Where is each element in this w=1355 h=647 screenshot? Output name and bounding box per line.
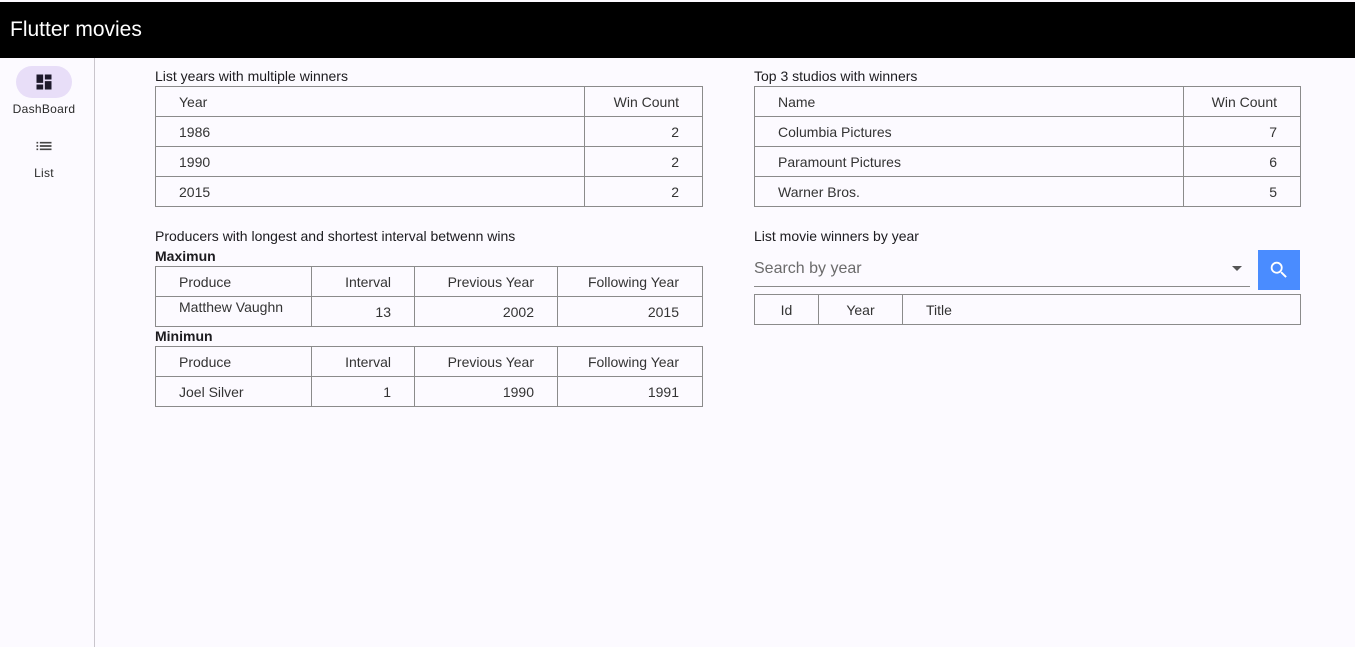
- studio-name-cell: Warner Bros.: [754, 176, 1184, 207]
- multiple-winners-title: List years with multiple winners: [155, 68, 348, 84]
- previous-year-cell: 1990: [414, 376, 558, 407]
- studio-name-cell: Columbia Pictures: [754, 116, 1184, 147]
- table-header-row: Produce Interval Previous Year Following…: [155, 266, 703, 297]
- nav-pill-dashboard[interactable]: [16, 66, 72, 98]
- column-header-produce: Produce: [155, 346, 312, 377]
- table-row: Columbia Pictures 7: [754, 116, 1301, 147]
- table-header-row: Id Year Title: [754, 294, 1301, 325]
- interval-cell: 13: [311, 296, 415, 327]
- column-header-name: Name: [754, 86, 1184, 117]
- maximum-interval-table: Produce Interval Previous Year Following…: [155, 266, 703, 327]
- search-year-input[interactable]: [754, 254, 1224, 284]
- intervals-title: Producers with longest and shortest inte…: [155, 228, 516, 244]
- multiple-winners-table: Year Win Count 1986 2 1990 2 2015 2: [155, 86, 703, 207]
- column-header-interval: Interval: [311, 266, 415, 297]
- previous-year-cell: 2002: [414, 296, 558, 327]
- app-bar: Flutter movies: [0, 2, 1355, 58]
- table-row: 1990 2: [155, 146, 703, 177]
- table-row: Paramount Pictures 6: [754, 146, 1301, 177]
- column-header-year: Year: [818, 294, 903, 325]
- table-row: 1986 2: [155, 116, 703, 147]
- following-year-cell: 1991: [557, 376, 703, 407]
- table-row: Warner Bros. 5: [754, 176, 1301, 207]
- dashboard-icon: [36, 74, 52, 90]
- top-studios-table: Name Win Count Columbia Pictures 7 Param…: [754, 86, 1301, 207]
- producer-name: Matthew Vaughn: [179, 299, 284, 315]
- year-cell: 1986: [155, 116, 585, 147]
- dropdown-arrow-icon[interactable]: [1232, 266, 1242, 271]
- win-count-cell: 2: [584, 146, 703, 177]
- win-count-cell: 2: [584, 116, 703, 147]
- win-count-cell: 5: [1183, 176, 1301, 207]
- table-header-row: Year Win Count: [155, 86, 703, 117]
- year-cell: 1990: [155, 146, 585, 177]
- nav-pill-list[interactable]: [16, 130, 72, 162]
- following-year-cell: 2015: [557, 296, 703, 327]
- column-header-win-count: Win Count: [1183, 86, 1301, 117]
- list-icon: [36, 141, 52, 151]
- column-header-previous-year: Previous Year: [414, 266, 558, 297]
- table-header-row: Produce Interval Previous Year Following…: [155, 346, 703, 377]
- nav-label-dashboard: DashBoard: [12, 102, 76, 116]
- producer-cell: Joel Silver: [155, 376, 312, 407]
- column-header-previous-year: Previous Year: [414, 346, 558, 377]
- search-button[interactable]: [1258, 250, 1300, 290]
- column-header-title: Title: [902, 294, 1301, 325]
- win-count-cell: 7: [1183, 116, 1301, 147]
- column-header-following-year: Following Year: [557, 266, 703, 297]
- studio-name-cell: Paramount Pictures: [754, 146, 1184, 177]
- win-count-cell: 2: [584, 176, 703, 207]
- year-search-field[interactable]: [754, 254, 1250, 287]
- column-header-id: Id: [754, 294, 819, 325]
- top-studios-title: Top 3 studios with winners: [754, 68, 918, 84]
- table-header-row: Name Win Count: [754, 86, 1301, 117]
- minimum-label: Minimun: [155, 328, 213, 344]
- search-icon: [1270, 261, 1287, 278]
- nav-label-list: List: [34, 166, 54, 180]
- column-header-following-year: Following Year: [557, 346, 703, 377]
- column-header-year: Year: [155, 86, 585, 117]
- winners-by-year-title: List movie winners by year: [754, 228, 919, 244]
- nav-item-list[interactable]: List: [0, 130, 88, 180]
- navigation-rail: DashBoard List: [0, 58, 95, 647]
- column-header-win-count: Win Count: [584, 86, 703, 117]
- table-row: Matthew Vaughn 13 2002 2015: [155, 296, 703, 327]
- table-row: 2015 2: [155, 176, 703, 207]
- year-cell: 2015: [155, 176, 585, 207]
- maximum-label: Maximun: [155, 248, 216, 264]
- column-header-produce: Produce: [155, 266, 312, 297]
- producer-cell: Matthew Vaughn: [155, 296, 312, 327]
- nav-item-dashboard[interactable]: DashBoard: [0, 66, 88, 116]
- table-row: Joel Silver 1 1990 1991: [155, 376, 703, 407]
- interval-cell: 1: [311, 376, 415, 407]
- app-title: Flutter movies: [10, 18, 142, 41]
- column-header-interval: Interval: [311, 346, 415, 377]
- winners-by-year-table: Id Year Title: [754, 294, 1301, 325]
- minimum-interval-table: Produce Interval Previous Year Following…: [155, 346, 703, 407]
- win-count-cell: 6: [1183, 146, 1301, 177]
